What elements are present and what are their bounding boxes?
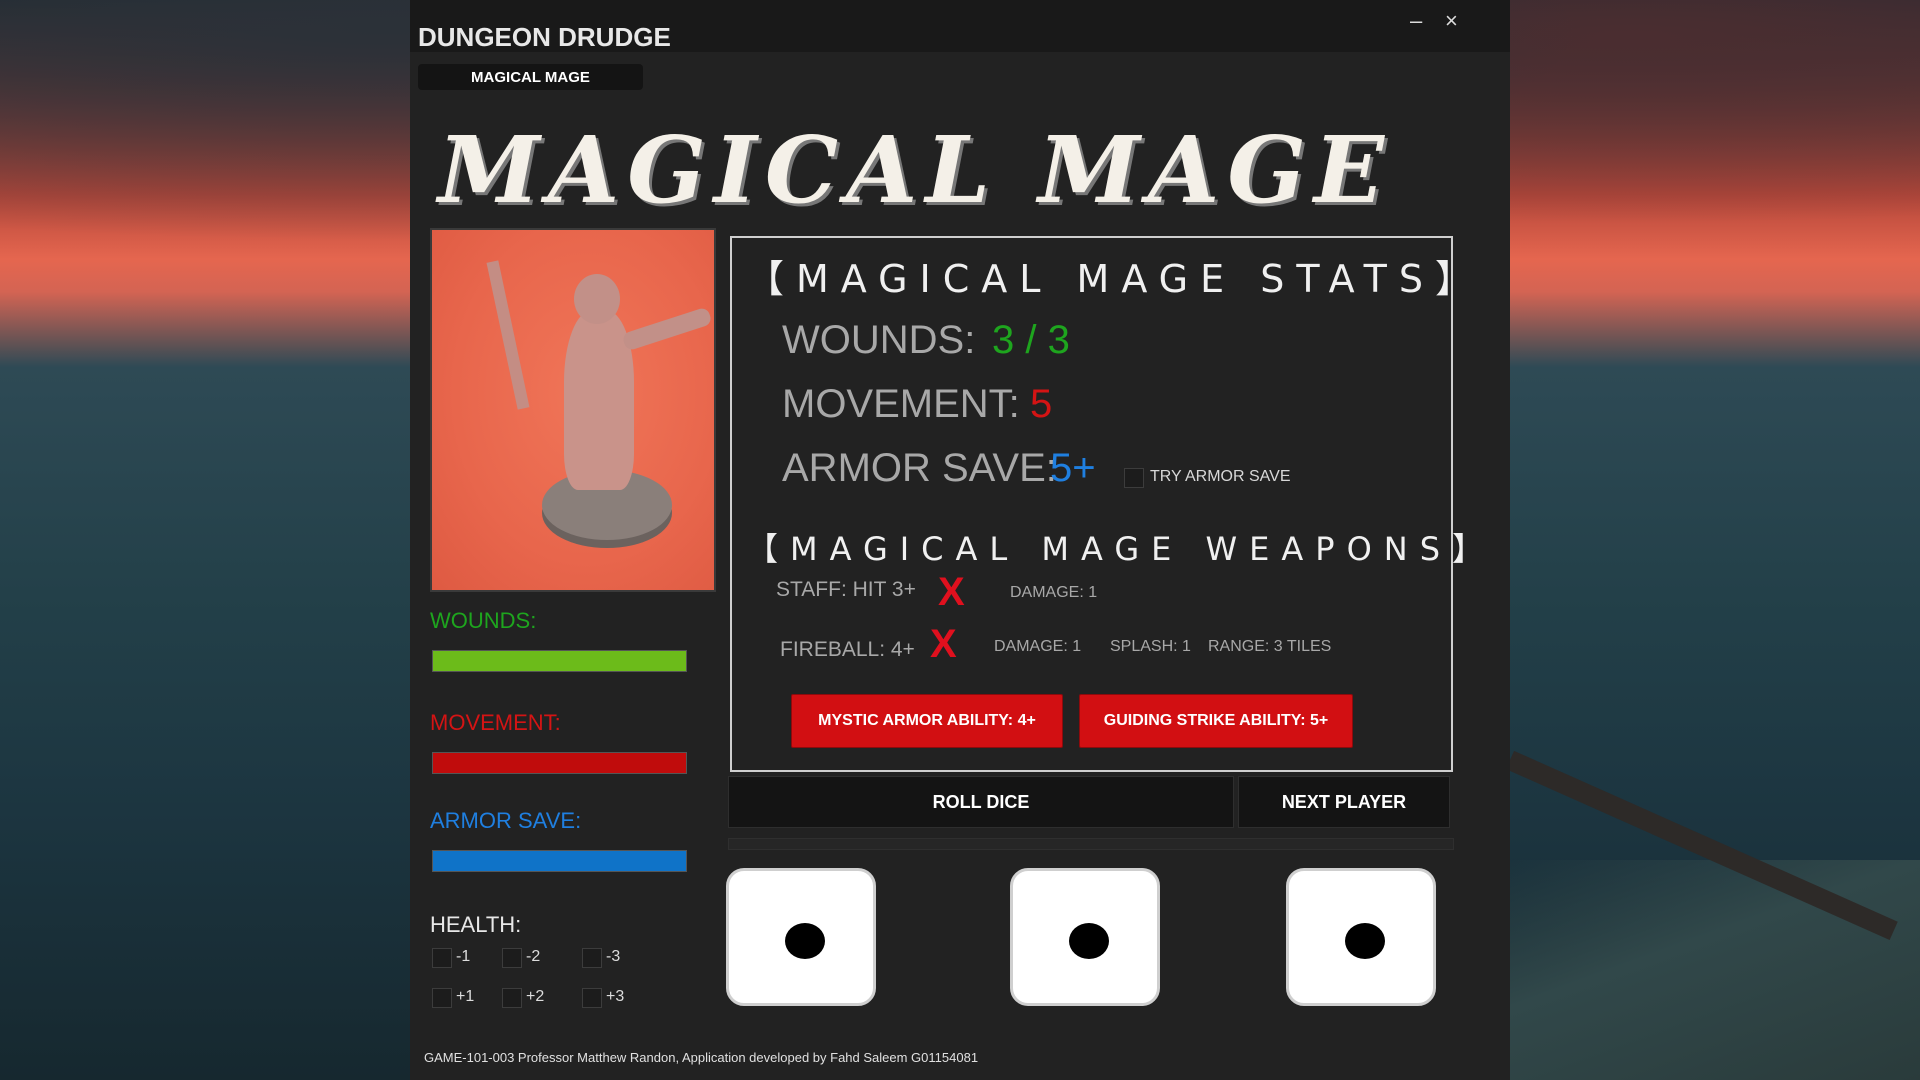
health-option-label: -1 [456,948,471,965]
staff-damage: DAMAGE: 1 [1010,584,1098,601]
movement-label: MOVEMENT: [430,710,561,735]
fireball-x-icon: X [930,622,957,666]
fireball-range: RANGE: 3 TILES [1208,638,1332,655]
health-minus-2-checkbox[interactable] [502,948,522,968]
movement-bar [432,752,687,774]
die-3[interactable] [1286,868,1436,1006]
health-option-label: +2 [526,988,545,1005]
stats-panel: 【MAGICAL MAGE STATS】 WOUNDS: 3 / 3 MOVEM… [730,236,1484,772]
die-2[interactable] [1010,868,1160,1006]
die-pip [1345,923,1385,959]
wounds-bar [432,650,687,672]
health-option-label: +1 [456,988,475,1005]
character-portrait [430,228,716,592]
health-title: HEALTH: [430,912,522,937]
fireball-splash: SPLASH: 1 [1110,638,1191,655]
footer-credits: GAME-101-003 Professor Matthew Randon, A… [424,1050,979,1065]
staff-label: STAFF: HIT 3+ [776,578,916,601]
minimize-button[interactable]: – [1410,8,1422,34]
staff-x-icon: X [938,570,965,614]
miniature-arm [621,306,713,352]
miniature-hood [574,274,620,324]
health-option-label: +3 [606,988,625,1005]
fireball-damage: DAMAGE: 1 [994,638,1082,655]
close-button[interactable]: × [1445,8,1458,34]
tab-magical-mage[interactable]: MAGICAL MAGE [418,64,643,90]
try-armor-save-label: TRY ARMOR SAVE [1150,468,1291,485]
health-minus-1-checkbox[interactable] [432,948,452,968]
app-title: DUNGEON DRUDGE [418,22,671,52]
wallpaper-beach [1510,860,1920,1080]
die-pip [1069,923,1109,959]
roll-dice-button[interactable]: ROLL DICE [728,776,1234,828]
fireball-label: FIREBALL: 4+ [780,638,915,661]
miniature-staff [486,260,530,410]
wounds-bar-fill [433,651,686,671]
health-plus-3-checkbox[interactable] [582,988,602,1008]
stats-armor-label: ARMOR SAVE: [782,446,1057,490]
weapons-heading: 【MAGICAL MAGE WEAPONS】 [746,530,1497,568]
stats-movement-label: MOVEMENT: [782,382,1020,426]
movement-bar-fill [433,753,686,773]
wounds-label: WOUNDS: [430,608,537,633]
health-option-label: -2 [526,948,541,965]
health-option-label: -3 [606,948,621,965]
guiding-strike-ability-button[interactable]: GUIDING STRIKE ABILITY: 5+ [1079,694,1353,748]
next-player-button[interactable]: NEXT PLAYER [1238,776,1450,828]
armor-save-bar [432,850,687,872]
roll-progress-bar [728,838,1454,850]
die-pip [785,923,825,959]
mystic-armor-ability-button[interactable]: MYSTIC ARMOR ABILITY: 4+ [791,694,1063,748]
hero-title: MAGICAL MAGE [438,116,1393,224]
stats-wounds-label: WOUNDS: [782,318,976,362]
health-minus-3-checkbox[interactable] [582,948,602,968]
stats-armor-value: 5+ [1050,446,1096,490]
stats-wounds-value: 3 / 3 [992,318,1070,362]
stats-heading: 【MAGICAL MAGE STATS】 [746,257,1485,301]
die-1[interactable] [726,868,876,1006]
armor-save-label: ARMOR SAVE: [430,808,582,833]
health-plus-2-checkbox[interactable] [502,988,522,1008]
armor-bar-fill [433,851,686,871]
title-bar: DUNGEON DRUDGE – × [410,0,1510,52]
health-plus-1-checkbox[interactable] [432,988,452,1008]
app-window: DUNGEON DRUDGE – × MAGICAL MAGE MAGICAL … [410,0,1510,1080]
stats-movement-value: 5 [1030,382,1053,426]
try-armor-save-checkbox[interactable] [1124,468,1144,488]
